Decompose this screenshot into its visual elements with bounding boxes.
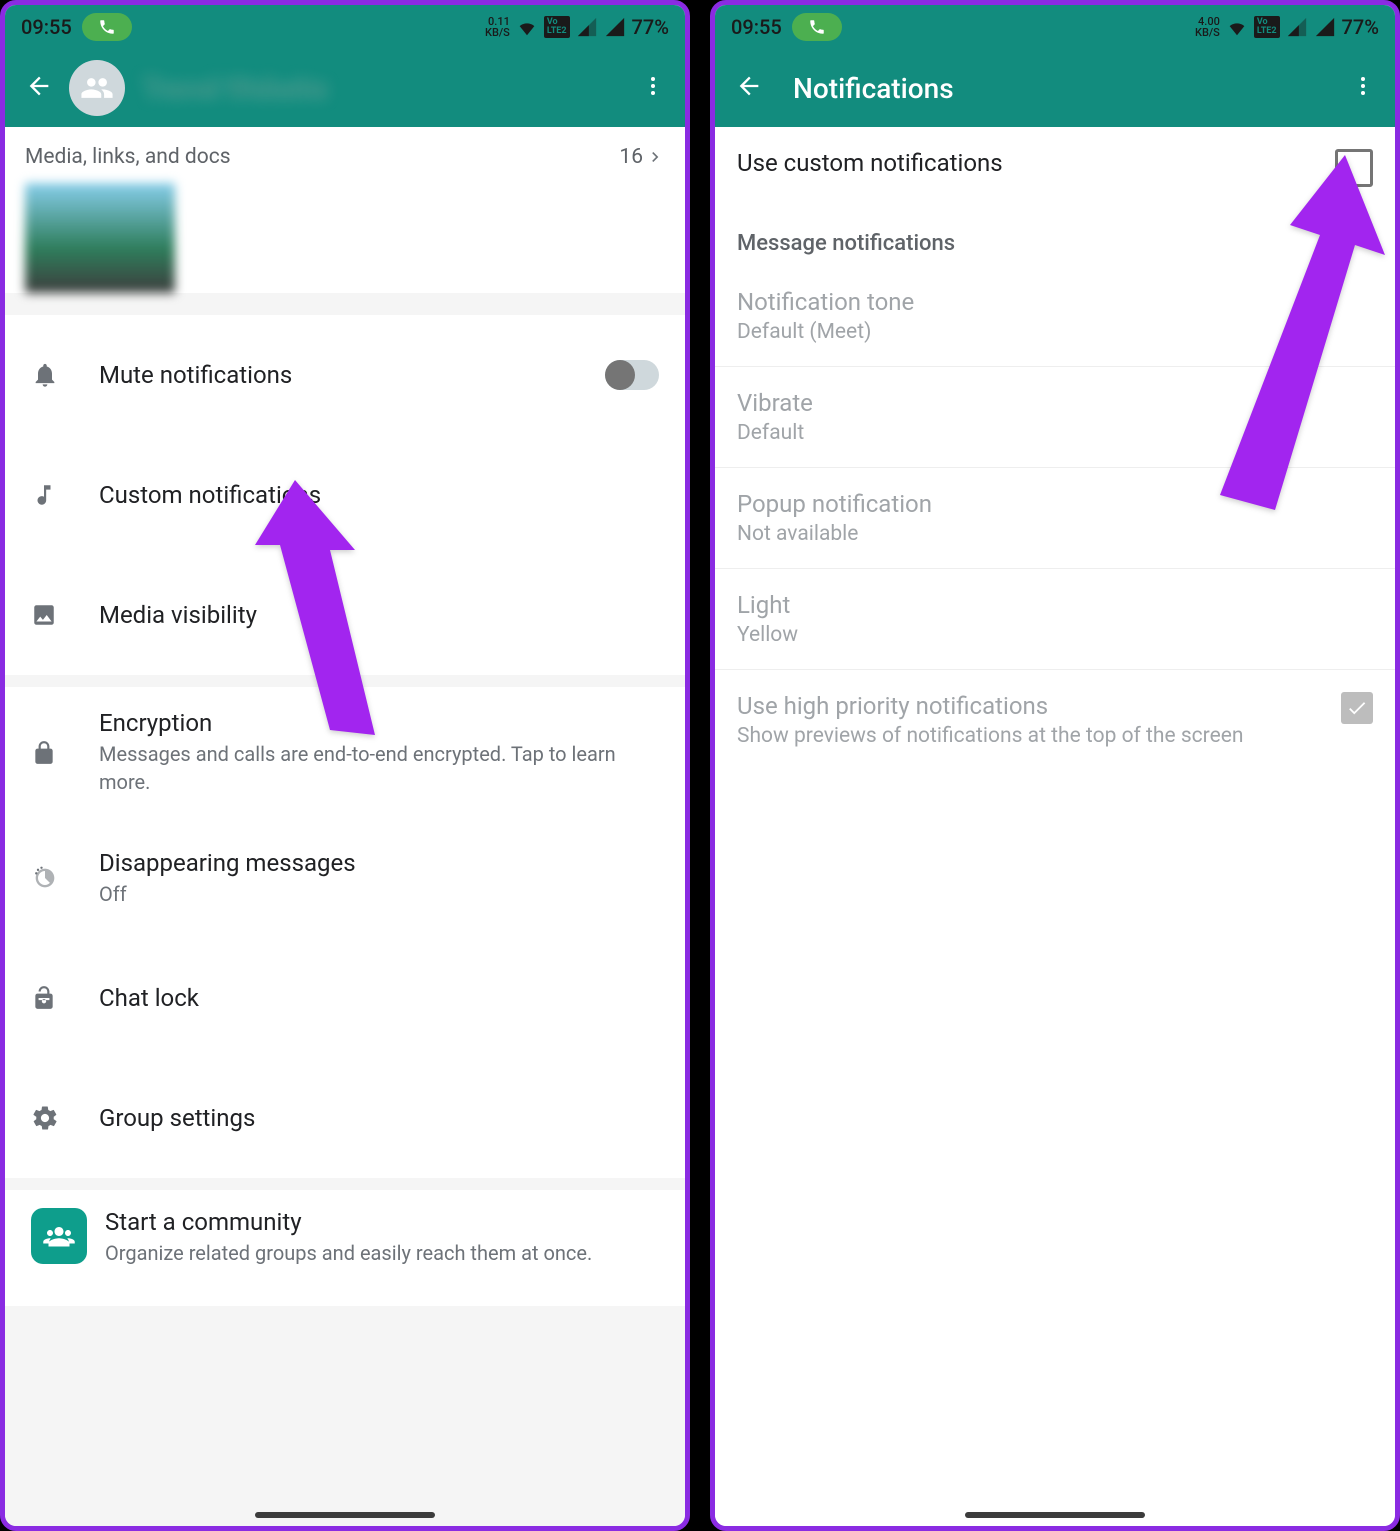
signal-icon-2 [1314,16,1336,38]
call-pill-icon [82,13,132,41]
encryption-row[interactable]: Encryption Messages and calls are end-to… [5,687,685,818]
message-notifications-header: Message notifications [715,209,1395,266]
status-bar: 09:55 0.11KB/S VoLTE2 77% [5,5,685,49]
mute-label: Mute notifications [99,361,605,389]
phone-right: 09:55 4.00KB/S VoLTE2 77% Notifications … [710,0,1400,1531]
wifi-icon [516,16,538,38]
lock-icon [31,740,71,766]
media-links-docs-row[interactable]: Media, links, and docs 16 [5,127,685,183]
popup-row[interactable]: Popup notification Not available [715,468,1395,569]
disappearing-messages-row[interactable]: Disappearing messages Off [5,818,685,938]
volte-icon: VoLTE2 [544,16,570,38]
disappearing-sub: Off [99,880,659,908]
bell-icon [31,361,71,389]
mute-notifications-row[interactable]: Mute notifications [5,315,685,435]
signal-icon [1286,16,1308,38]
status-time: 09:55 [21,15,72,39]
media-thumbnail[interactable] [25,183,175,293]
high-priority-row[interactable]: Use high priority notifications Show pre… [715,670,1395,770]
media-vis-label: Media visibility [99,601,659,629]
light-row[interactable]: Light Yellow [715,569,1395,670]
app-bar: Travel Website [5,49,685,127]
signal-icon [576,16,598,38]
community-icon [31,1208,87,1264]
popup-sub: Not available [737,522,1373,546]
popup-label: Popup notification [737,490,1373,518]
content-area: Media, links, and docs 16 Mute notificat… [5,127,685,1526]
use-custom-label: Use custom notifications [737,149,1323,177]
status-bar: 09:55 4.00KB/S VoLTE2 77% [715,5,1395,49]
chat-lock-row[interactable]: Chat lock [5,938,685,1058]
notification-tone-row[interactable]: Notification tone Default (Meet) [715,266,1395,367]
battery-text: 77% [632,15,669,39]
phone-left: 09:55 0.11KB/S VoLTE2 77% Travel Website [0,0,690,1531]
use-custom-notifications-row[interactable]: Use custom notifications [715,127,1395,209]
media-count: 16 [619,145,643,169]
group-title[interactable]: Travel Website [143,72,327,105]
status-time: 09:55 [731,15,782,39]
overflow-menu-button[interactable] [1343,66,1383,110]
mute-toggle[interactable] [605,360,659,390]
highprio-label: Use high priority notifications [737,692,1329,720]
community-label: Start a community [105,1208,659,1236]
start-community-row[interactable]: Start a community Organize related group… [5,1190,685,1306]
image-icon [31,602,71,628]
vibrate-label: Vibrate [737,389,1373,417]
back-button[interactable] [727,64,771,112]
group-settings-label: Group settings [99,1104,659,1132]
call-pill-icon [792,13,842,41]
highprio-sub: Show previews of notifications at the to… [737,724,1329,748]
chat-lock-icon [31,985,71,1011]
custom-notifications-row[interactable]: Custom notifications [5,435,685,555]
high-priority-checkbox[interactable] [1341,692,1373,724]
signal-icon-2 [604,16,626,38]
gear-icon [31,1104,71,1132]
wifi-icon [1226,16,1248,38]
back-button[interactable] [17,64,61,112]
page-title: Notifications [793,72,954,105]
gesture-bar [965,1512,1145,1518]
music-note-icon [31,482,71,508]
tone-label: Notification tone [737,288,1373,316]
custom-notif-label: Custom notifications [99,481,659,509]
battery-text: 77% [1342,15,1379,39]
disappearing-label: Disappearing messages [99,849,659,877]
content-area: Use custom notifications Message notific… [715,127,1395,1526]
volte-icon: VoLTE2 [1254,16,1280,38]
tone-sub: Default (Meet) [737,320,1373,344]
overflow-menu-button[interactable] [633,66,673,110]
vibrate-sub: Default [737,421,1373,445]
chevron-right-icon [645,147,665,167]
light-label: Light [737,591,1373,619]
media-header-label: Media, links, and docs [25,145,231,169]
chat-lock-label: Chat lock [99,984,659,1012]
media-visibility-row[interactable]: Media visibility [5,555,685,675]
gesture-bar [255,1512,435,1518]
group-avatar-icon[interactable] [69,60,125,116]
light-sub: Yellow [737,623,1373,647]
use-custom-checkbox[interactable] [1335,149,1373,187]
app-bar: Notifications [715,49,1395,127]
vibrate-row[interactable]: Vibrate Default [715,367,1395,468]
timer-icon [31,864,71,892]
encryption-sub: Messages and calls are end-to-end encryp… [99,740,659,796]
community-sub: Organize related groups and easily reach… [105,1239,659,1267]
encryption-label: Encryption [99,709,659,737]
group-settings-row[interactable]: Group settings [5,1058,685,1178]
